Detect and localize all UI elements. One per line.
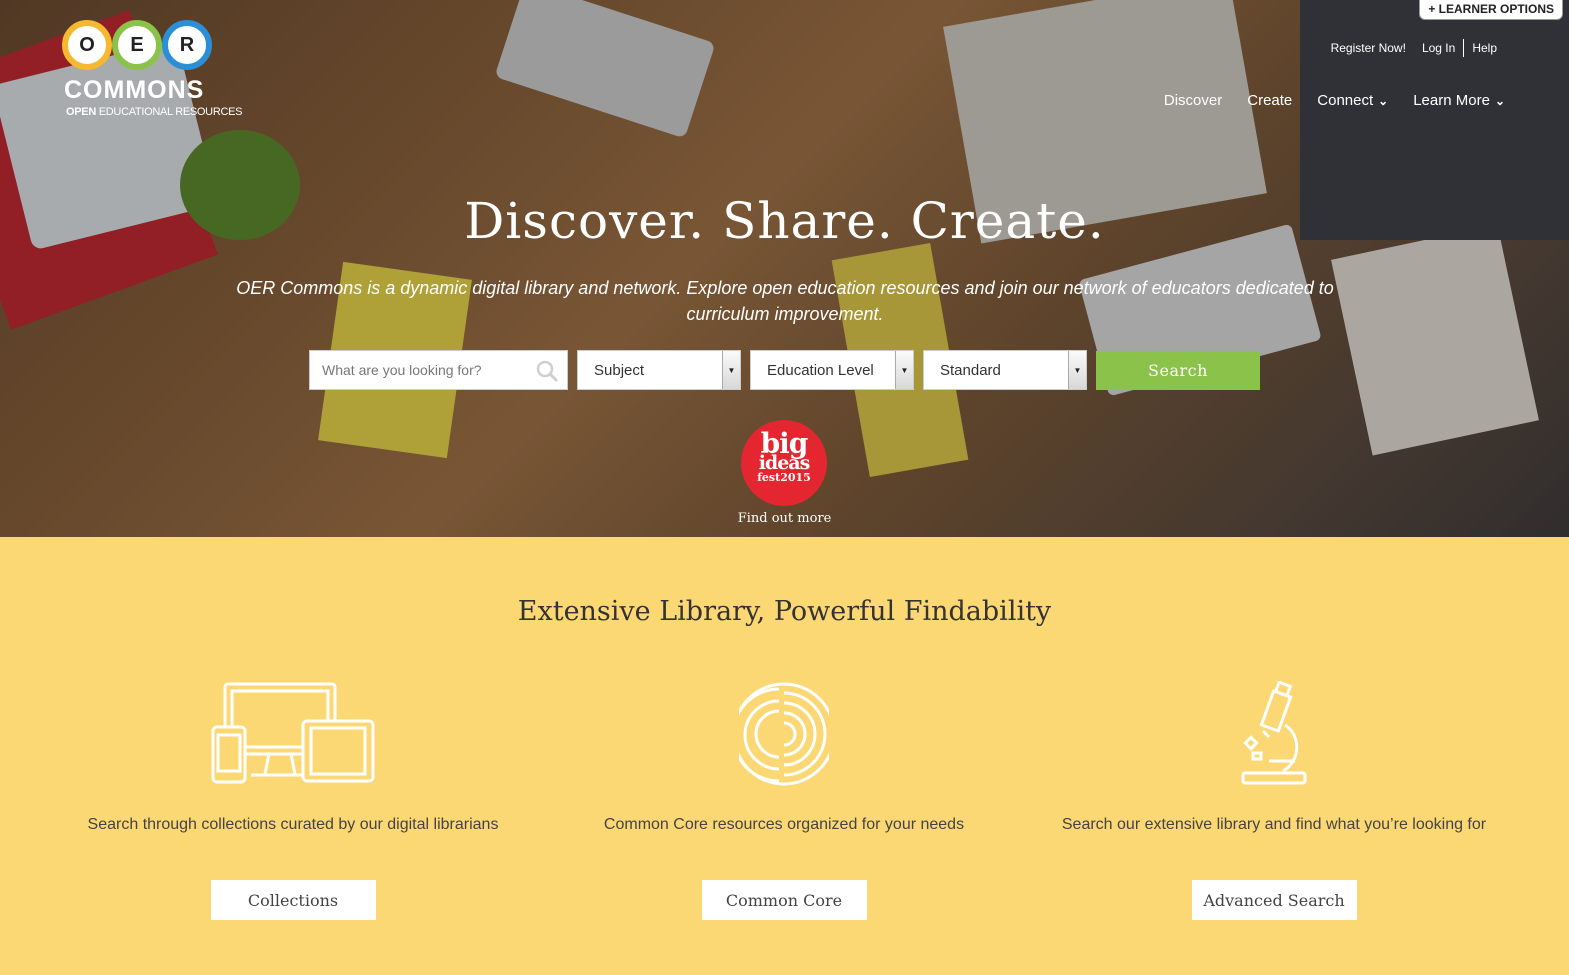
subject-select-value: Subject (594, 362, 645, 379)
search-field (309, 350, 568, 390)
section-title: Extensive Library, Powerful Findability (517, 596, 1052, 627)
nav-discover[interactable]: Discover (1164, 92, 1222, 109)
nav-label: Connect (1317, 92, 1374, 109)
education-level-select[interactable]: Education Level ▼ (750, 350, 914, 390)
hero-title: Discover. Share. Create. (464, 192, 1105, 250)
nav-create[interactable]: Create (1247, 92, 1292, 109)
big-ideas-fest-badge[interactable]: big ideas fest2015 (741, 420, 827, 506)
help-link[interactable]: Help (1464, 41, 1505, 55)
learner-options-button[interactable]: + LEARNER OPTIONS (1419, 0, 1563, 20)
advanced-search-button[interactable]: Advanced Search (1191, 880, 1357, 920)
devices-icon (48, 678, 538, 788)
utility-nav: Register Now! Log In Help (1323, 39, 1505, 57)
nav-connect[interactable]: Connect ⌄ (1317, 92, 1388, 109)
dropdown-arrow-icon: ▼ (1068, 351, 1086, 389)
feature-description: Common Core resources organized for your… (603, 816, 965, 833)
feature-common-core: Common Core resources organized for your… (539, 678, 1029, 920)
feature-collections: Search through collections curated by ou… (48, 678, 538, 920)
hero-description: OER Commons is a dynamic digital library… (236, 278, 1334, 324)
common-core-button[interactable]: Common Core (701, 880, 867, 920)
register-link[interactable]: Register Now! (1323, 41, 1414, 55)
nav-label: Create (1247, 92, 1293, 109)
education-level-select-value: Education Level (767, 362, 874, 379)
standard-select[interactable]: Standard ▼ (923, 350, 1087, 390)
nav-learn-more[interactable]: Learn More ⌄ (1413, 92, 1505, 109)
feature-advanced-search: Search our extensive library and find wh… (1029, 678, 1519, 920)
chevron-down-icon: ⌄ (1378, 93, 1389, 108)
find-out-more-link[interactable]: Find out more (0, 511, 1569, 526)
badge-line: fest2015 (757, 471, 811, 484)
logo-tagline-rest: EDUCATIONAL RESOURCES (95, 106, 243, 118)
common-core-icon (539, 678, 1029, 788)
logo-ring-o: O (62, 20, 112, 70)
login-link[interactable]: Log In (1414, 41, 1463, 55)
search-button[interactable]: Search (1096, 351, 1260, 390)
microscope-icon (1029, 678, 1519, 788)
subject-select[interactable]: Subject ▼ (577, 350, 741, 390)
collections-button[interactable]: Collections (210, 880, 376, 920)
logo-tagline-bold: OPEN (66, 106, 96, 118)
nav-label: Learn More (1413, 92, 1490, 109)
chevron-down-icon: ⌄ (1494, 93, 1505, 108)
oer-commons-logo[interactable]: O E R COMMONS OPEN EDUCATIONAL RESOURCES (62, 20, 242, 120)
logo-ring-e: E (112, 20, 162, 70)
hero-banner: + LEARNER OPTIONS O E R COMMONS OPEN EDU… (0, 0, 1569, 537)
main-nav: Discover Create Connect ⌄ Learn More ⌄ (1139, 92, 1505, 109)
feature-description: Search through collections curated by ou… (87, 816, 499, 833)
logo-wordmark: COMMONS (64, 76, 205, 104)
nav-label: Discover (1163, 92, 1223, 109)
standard-select-value: Standard (940, 362, 1001, 379)
dropdown-arrow-icon: ▼ (895, 351, 913, 389)
search-icon[interactable] (536, 360, 558, 382)
feature-description: Search our extensive library and find wh… (1061, 816, 1487, 833)
logo-ring-r: R (162, 20, 212, 70)
search-input[interactable] (310, 351, 525, 389)
logo-tagline: OPEN EDUCATIONAL RESOURCES (66, 106, 242, 118)
dropdown-arrow-icon: ▼ (722, 351, 740, 389)
